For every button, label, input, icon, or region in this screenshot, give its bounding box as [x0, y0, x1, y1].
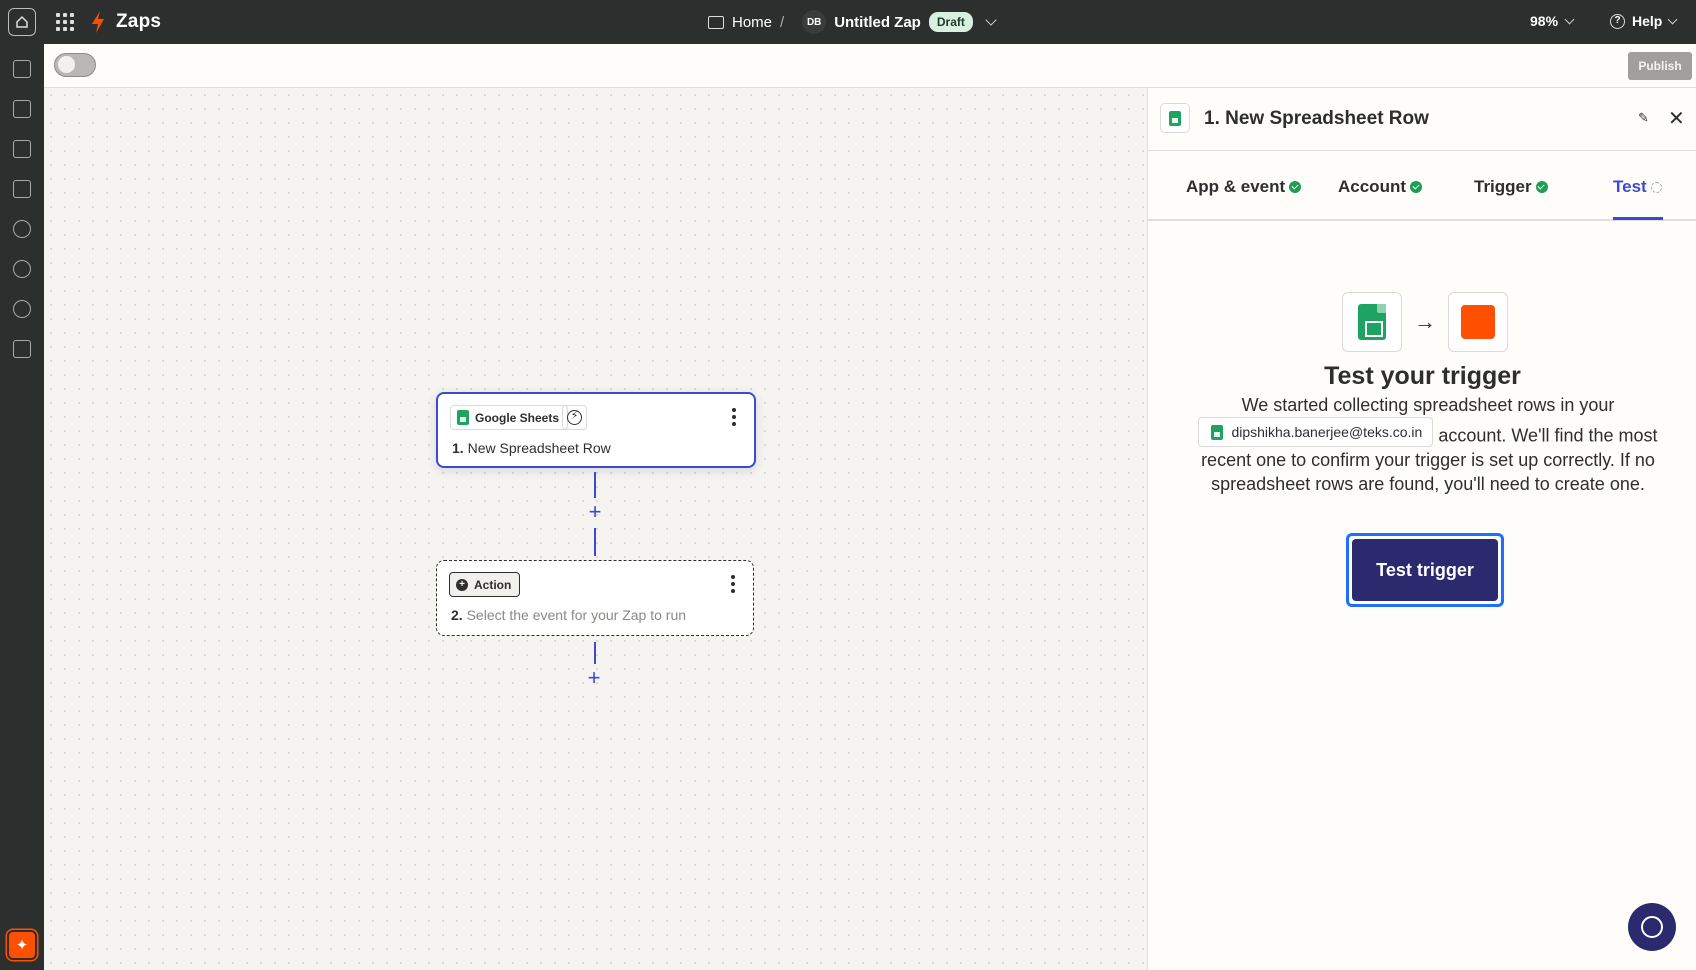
panel-title[interactable]: 1. New Spreadsheet Row — [1204, 108, 1429, 130]
editor-toolbar: Publish — [44, 44, 1696, 88]
zoom-menu[interactable]: 98% — [1530, 13, 1575, 29]
tab-label: App & event — [1186, 177, 1286, 196]
app-chip[interactable]: Google Sheets — [450, 405, 569, 430]
trigger-step-card[interactable]: Google Sheets ⚡ 1. New Spreadsheet Row — [436, 392, 756, 468]
top-bar: Zaps Home / DB Untitled Zap Draft 98% ? … — [0, 0, 1696, 44]
step-tabs: App & event Account Trigger Test — [1148, 151, 1696, 221]
status-badge: Draft — [928, 12, 973, 32]
step-detail-panel: 1. New Spreadsheet Row ✎ ✕ App & event A… — [1147, 88, 1696, 970]
check-circle-icon — [1410, 181, 1422, 193]
add-step-button[interactable]: + — [584, 667, 604, 689]
apps-icon[interactable] — [13, 60, 31, 78]
zap-canvas[interactable]: Google Sheets ⚡ 1. New Spreadsheet Row +… — [44, 88, 1147, 970]
tab-label: Account — [1338, 177, 1406, 196]
breadcrumb-home[interactable]: Home — [732, 14, 772, 31]
breadcrumb-separator: / — [780, 13, 785, 31]
connector-line — [594, 642, 596, 664]
tab-test[interactable]: Test — [1613, 177, 1662, 197]
bolt-icon — [92, 11, 104, 33]
home-icon[interactable] — [8, 8, 36, 36]
google-sheets-icon — [1211, 424, 1224, 440]
app-chip-label: Google Sheets — [475, 410, 560, 425]
app-title[interactable]: Zaps — [116, 11, 161, 33]
account-email: dipshikha.banerjee@teks.co.in — [1231, 424, 1423, 440]
activity-icon[interactable] — [13, 260, 31, 278]
comment-icon[interactable] — [13, 140, 31, 158]
pencil-icon[interactable]: ✎ — [1638, 110, 1652, 125]
zap-name[interactable]: Untitled Zap — [834, 14, 921, 31]
step-title: 1. New Spreadsheet Row — [452, 440, 611, 456]
more-options-icon[interactable] — [731, 575, 735, 593]
more-options-icon[interactable] — [732, 408, 736, 426]
step-title: 2. Select the event for your Zap to run — [451, 607, 686, 623]
app-flow-illustration: → — [1342, 292, 1508, 352]
support-chat-icon — [1641, 916, 1663, 938]
account-chip: dipshikha.banerjee@teks.co.in — [1198, 417, 1434, 447]
arrow-right-icon: → — [1414, 309, 1436, 334]
breadcrumb: Home / DB Untitled Zap Draft — [708, 0, 997, 44]
ai-assistant-icon[interactable]: ✦ — [7, 930, 37, 960]
add-branch-button[interactable]: ⚡ — [562, 405, 587, 430]
zapier-app-icon — [1448, 292, 1508, 352]
tab-label: Test — [1613, 177, 1647, 196]
google-sheets-icon — [457, 410, 469, 425]
action-step-card[interactable]: + Action 2. Select the event for your Za… — [436, 560, 754, 636]
calendar-icon[interactable] — [13, 180, 31, 198]
zap-toggle[interactable] — [54, 53, 96, 77]
bolt-circle-icon: ⚡ — [567, 410, 582, 425]
plus-circle-icon: + — [456, 578, 468, 591]
check-circle-icon — [1289, 181, 1302, 193]
tab-trigger[interactable]: Trigger — [1474, 177, 1548, 197]
settings-icon[interactable] — [13, 300, 31, 318]
panel-header: 1. New Spreadsheet Row ✎ ✕ — [1148, 88, 1696, 151]
help-menu[interactable]: ? Help — [1610, 13, 1678, 29]
tab-app-event[interactable]: App & event — [1186, 177, 1302, 197]
check-circle-icon — [1535, 181, 1548, 193]
step-name: New Spreadsheet Row — [467, 440, 611, 456]
google-sheets-icon — [1160, 103, 1190, 133]
tab-account[interactable]: Account — [1338, 177, 1422, 197]
help-label: Help — [1632, 13, 1663, 29]
step-placeholder: Select the event for your Zap to run — [466, 607, 687, 623]
tab-label: Trigger — [1474, 177, 1532, 196]
chevron-down-icon[interactable] — [985, 14, 997, 26]
test-description: We started collecting spreadsheet rows i… — [1198, 393, 1658, 496]
app-grid-icon[interactable] — [56, 13, 74, 31]
support-chat-button[interactable] — [1628, 903, 1676, 951]
step-number: 1. — [452, 440, 464, 456]
publish-button[interactable]: Publish — [1628, 52, 1692, 80]
zoom-level: 98% — [1530, 13, 1559, 29]
avatar: DB — [802, 10, 827, 34]
connector-line — [594, 472, 596, 498]
action-chip-label: Action — [474, 577, 512, 592]
archive-icon[interactable] — [13, 340, 31, 358]
file-icon[interactable] — [13, 100, 31, 118]
connector-line — [594, 528, 596, 556]
test-trigger-button[interactable]: Test trigger — [1352, 539, 1498, 601]
left-sidebar: ✦ — [0, 44, 44, 970]
step-number: 2. — [451, 607, 463, 623]
test-heading: Test your trigger — [1324, 362, 1521, 390]
test-trigger-focus-ring: Test trigger — [1346, 533, 1504, 607]
history-icon[interactable] — [13, 220, 31, 238]
test-text: We started collecting spreadsheet rows i… — [1241, 395, 1615, 415]
help-circle-icon: ? — [1610, 13, 1625, 29]
add-step-button[interactable]: + — [585, 501, 605, 523]
chevron-down-icon — [1667, 14, 1678, 24]
folder-icon — [708, 15, 724, 29]
chevron-down-icon — [1564, 14, 1575, 24]
active-tab-indicator — [1613, 217, 1663, 220]
action-chip[interactable]: + Action — [449, 572, 521, 597]
pending-circle-icon — [1650, 181, 1662, 193]
close-icon[interactable]: ✕ — [1668, 106, 1685, 131]
google-sheets-icon — [1342, 292, 1402, 352]
